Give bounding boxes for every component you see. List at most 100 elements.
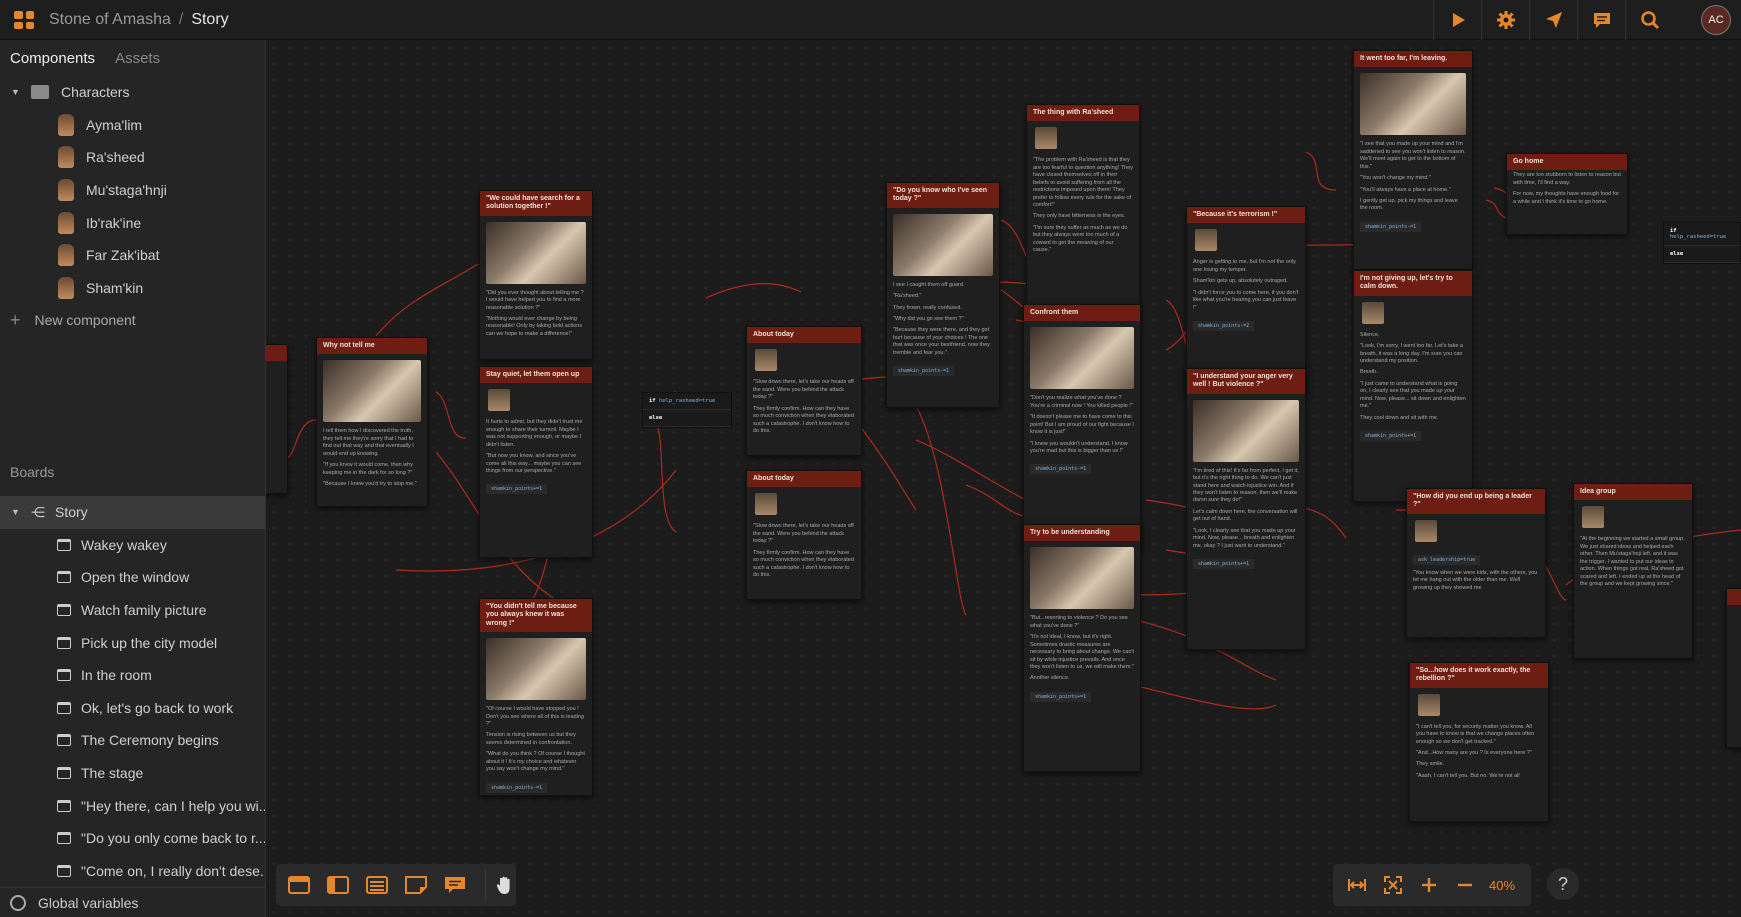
story-node[interactable]: I'm not giving up, let's try to calm dow…: [1353, 270, 1473, 502]
list-icon: [366, 876, 388, 894]
story-canvas[interactable]: Why not tell me I tell them how I discov…: [266, 40, 1741, 917]
character-portrait: [755, 493, 777, 516]
story-node[interactable]: "Do you know who I've seen today ?" I se…: [886, 182, 1000, 408]
search-icon: [1640, 11, 1659, 30]
comment-icon: [445, 877, 465, 893]
node-title: "Because it's terrorism !": [1187, 207, 1305, 224]
story-node[interactable]: The thing with Ra'sheed "The problem wit…: [1026, 104, 1140, 326]
global-variables-button[interactable]: Global variables: [0, 887, 265, 917]
scene-image: [1030, 327, 1134, 390]
user-avatar[interactable]: AC: [1701, 5, 1731, 35]
tab-assets[interactable]: Assets: [115, 50, 160, 67]
character-item[interactable]: Ra'sheed: [0, 141, 265, 174]
add-list-button[interactable]: [362, 870, 392, 900]
hand-icon: [496, 876, 510, 894]
publish-button[interactable]: [1529, 0, 1577, 40]
board-item[interactable]: Ok, let's go back to work: [0, 692, 265, 725]
tab-components[interactable]: Components: [10, 50, 95, 67]
story-node[interactable]: It went too far, I'm leaving. "I see tha…: [1353, 50, 1473, 270]
board-item[interactable]: The stage: [0, 757, 265, 790]
add-panel-button[interactable]: [323, 870, 353, 900]
sidebar: Components Assets ▼ Characters Ayma'lim R…: [0, 40, 266, 917]
story-node[interactable]: About today "Slow down there, let's take…: [746, 326, 862, 456]
scene-image: [1360, 73, 1466, 136]
chevron-down-icon[interactable]: ▼: [11, 87, 21, 97]
node-title: "You didn't tell me because you always k…: [480, 599, 592, 633]
story-node[interactable]: Go home They are too stubborn to listen …: [1506, 153, 1628, 235]
tree-icon: ⋲: [31, 503, 45, 520]
story-node[interactable]: Idea group "At the beginning we started …: [1573, 483, 1693, 659]
story-node[interactable]: Stay quiet, let them open up It hurts to…: [479, 366, 593, 558]
scene-image: [893, 213, 993, 276]
story-node[interactable]: About today "Slow down there, let's take…: [746, 470, 862, 600]
character-avatar: [58, 146, 74, 169]
variable-tag: shamkin_points+=1: [1360, 431, 1422, 441]
new-component-button[interactable]: + New component: [0, 304, 265, 337]
scene-image: [486, 221, 586, 284]
boards-list: ▼ ⋲ Story Wakey wakey Open the window Watc…: [0, 496, 265, 887]
comment-icon: [1593, 13, 1610, 28]
board-icon: [57, 701, 71, 714]
board-icon: [57, 767, 71, 780]
board-item[interactable]: In the room: [0, 659, 265, 692]
board-item[interactable]: "Do you only come back to r...: [0, 822, 265, 855]
story-node[interactable]: "How did you end up being a leader ?" as…: [1406, 488, 1546, 638]
fit-width-button[interactable]: [1339, 870, 1375, 900]
character-portrait: [1418, 693, 1440, 716]
node-title: "I understand your anger very well ! But…: [1187, 369, 1305, 394]
globe-icon: [10, 894, 26, 911]
board-item[interactable]: Watch family picture: [0, 594, 265, 627]
characters-folder[interactable]: ▼ Characters: [0, 76, 265, 109]
zoom-in-icon: [1422, 878, 1436, 892]
board-icon: [57, 832, 71, 845]
settings-button[interactable]: [1481, 0, 1529, 40]
add-comment-button[interactable]: [440, 870, 470, 900]
story-node[interactable]: Confront them "Don't you realize what yo…: [1023, 304, 1141, 552]
condition-node[interactable]: if help_rasheed=true else: [1663, 222, 1741, 264]
story-node[interactable]: "You didn't tell me because you always k…: [479, 598, 593, 796]
board-item[interactable]: Open the window: [0, 561, 265, 594]
board-icon: [57, 636, 71, 649]
add-card-button[interactable]: [284, 870, 314, 900]
zoom-out-button[interactable]: [1447, 870, 1483, 900]
board-story[interactable]: ▼ ⋲ Story: [0, 496, 265, 529]
board-item[interactable]: "Hey there, can I help you wi...: [0, 789, 265, 822]
variable-tag: shamkin_points-=1: [1360, 221, 1422, 232]
condition-node[interactable]: if help_rasheed=true else: [642, 392, 732, 428]
story-node[interactable]: Why not tell me I tell them how I discov…: [316, 337, 428, 507]
zoom-toolbar: 40%: [1333, 864, 1531, 906]
add-note-button[interactable]: [401, 870, 431, 900]
comments-button[interactable]: [1577, 0, 1625, 40]
pan-tool-button[interactable]: [485, 870, 516, 900]
character-avatar: [58, 179, 74, 202]
apps-grid-icon[interactable]: [14, 11, 34, 29]
story-node[interactable]: "We could have search for a solution tog…: [479, 190, 593, 360]
board-item[interactable]: Pick up the city model: [0, 626, 265, 659]
board-item[interactable]: Wakey wakey: [0, 529, 265, 562]
story-node[interactable]: "So...how does it work exactly, the rebe…: [1409, 662, 1549, 822]
breadcrumb-project[interactable]: Stone of Amasha: [49, 11, 171, 28]
breadcrumb: Stone of Amasha / Story: [49, 11, 229, 28]
character-item[interactable]: Ayma'lim: [0, 109, 265, 142]
play-button[interactable]: [1433, 0, 1481, 40]
variable-tag: shamkin_points-=1: [893, 366, 955, 377]
search-button[interactable]: [1625, 0, 1673, 40]
chevron-down-icon[interactable]: ▼: [11, 507, 21, 517]
character-item[interactable]: Ib'rak'ine: [0, 206, 265, 239]
scene-image: [1193, 399, 1299, 462]
character-item[interactable]: Sham'kin: [0, 272, 265, 305]
fullscreen-button[interactable]: [1375, 870, 1411, 900]
character-item[interactable]: Mu'stagа'hnji: [0, 174, 265, 207]
character-item[interactable]: Far Zak'ibat: [0, 239, 265, 272]
help-button[interactable]: ?: [1547, 868, 1579, 900]
story-node[interactable]: Try to be understanding "But...resorting…: [1023, 524, 1141, 772]
zoom-level[interactable]: 40%: [1489, 878, 1515, 893]
story-node-partial[interactable]: [266, 344, 288, 494]
board-item[interactable]: "Come on, I really don't dese...: [0, 855, 265, 888]
story-node-partial[interactable]: [1726, 588, 1741, 748]
board-item[interactable]: The Ceremony begins: [0, 724, 265, 757]
zoom-in-button[interactable]: [1411, 870, 1447, 900]
story-node[interactable]: "I understand your anger very well ! But…: [1186, 368, 1306, 650]
scene-image: [323, 360, 421, 423]
node-title: "Do you know who I've seen today ?": [887, 183, 999, 208]
